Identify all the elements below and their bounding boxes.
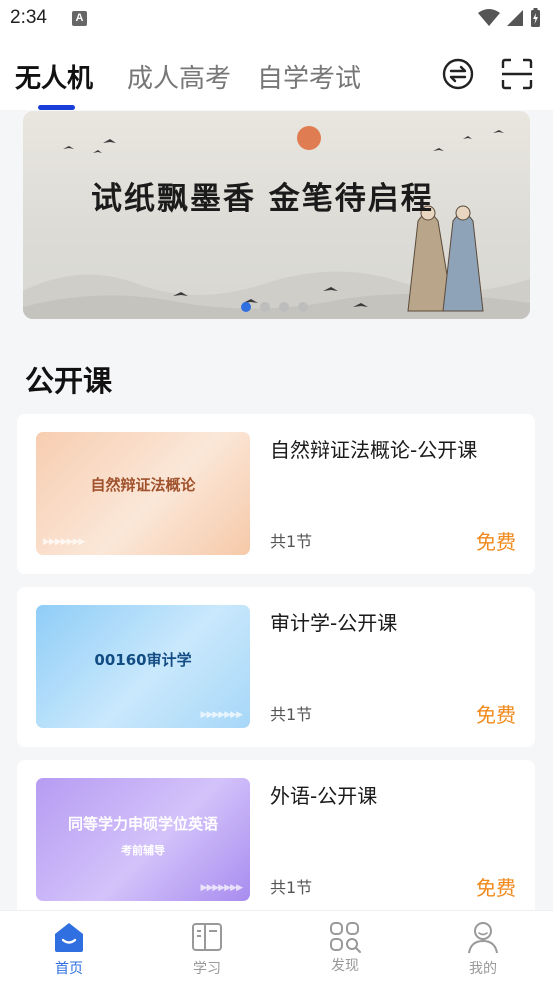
discover-icon [330,922,361,953]
course-thumbnail: 同等学力申硕学位英语 考前辅导 ▶▶▶▶▶▶▶ [36,778,250,901]
course-card[interactable]: 自然辩证法概论 ▶▶▶▶▶▶▶ 自然辩证法概论-公开课 共1节 免费 [17,414,535,574]
course-title: 审计学-公开课 [270,611,398,635]
course-price: 免费 [476,530,516,554]
tab-self-study-exam[interactable]: 自学考试 [257,58,361,95]
nav-label: 首页 [55,961,83,977]
section-title: 公开课 [25,364,113,398]
banner-pagination [241,302,308,312]
notification-a-icon: A [72,11,87,26]
banner-title: 试纸飘墨香 金笔待启程 [91,181,434,217]
nav-label: 学习 [193,961,221,977]
thumb-arrows-decoration: ▶▶▶▶▶▶▶ [200,883,243,893]
course-price: 免费 [476,876,516,900]
profile-icon [468,922,498,954]
course-lessons: 共1节 [270,878,313,897]
banner-sun [297,126,321,150]
course-lessons: 共1节 [270,532,313,551]
signal-icon [507,10,523,26]
nav-label: 发现 [331,958,359,974]
banner-dot[interactable] [298,302,308,312]
scholar-figures [407,205,484,312]
active-tab-indicator [38,105,75,110]
top-nav: 无人机 成人高考 自学考试 [0,38,553,110]
tab-drone[interactable]: 无人机 [15,58,93,95]
book-icon [192,923,222,951]
nav-profile[interactable]: 我的 [448,919,518,978]
home-icon [55,923,83,952]
tab-adult-college-exam[interactable]: 成人高考 [127,58,231,95]
bottom-nav: 首页 学习 发现 我的 [0,910,553,984]
scan-icon[interactable] [500,57,534,91]
thumb-text: 同等学力申硕学位英语 [67,815,218,833]
wifi-icon [478,9,500,26]
thumb-arrows-decoration: ▶▶▶▶▶▶▶ [200,710,243,720]
course-thumbnail: 自然辩证法概论 ▶▶▶▶▶▶▶ [36,432,250,555]
battery-icon [531,8,540,27]
nav-discover[interactable]: 发现 [310,919,380,975]
banner-dot[interactable] [241,302,251,312]
banner-dot[interactable] [260,302,270,312]
nav-study[interactable]: 学习 [172,919,242,978]
promo-banner[interactable]: 试纸飘墨香 金笔待启程 [23,111,530,319]
course-title: 外语-公开课 [270,784,378,808]
course-title: 自然辩证法概论-公开课 [270,438,478,462]
banner-dot[interactable] [279,302,289,312]
course-thumbnail: 00160审计学 ▶▶▶▶▶▶▶ [36,605,250,728]
course-price: 免费 [476,703,516,727]
status-icons [478,8,541,28]
status-bar: 2:34 A [0,0,553,38]
switch-icon[interactable] [441,57,475,91]
thumb-text: 00160审计学 [94,651,192,669]
course-card[interactable]: 00160审计学 ▶▶▶▶▶▶▶ 审计学-公开课 共1节 免费 [17,587,535,747]
nav-label: 我的 [469,961,497,977]
thumb-text: 自然辩证法概论 [90,476,196,494]
thumb-subtext: 考前辅导 [121,844,165,857]
course-card[interactable]: 同等学力申硕学位英语 考前辅导 ▶▶▶▶▶▶▶ 外语-公开课 共1节 免费 [17,760,535,920]
thumb-arrows-decoration: ▶▶▶▶▶▶▶ [43,537,85,547]
course-lessons: 共1节 [270,705,313,724]
status-time: 2:34 [10,7,47,28]
nav-home[interactable]: 首页 [34,919,104,978]
